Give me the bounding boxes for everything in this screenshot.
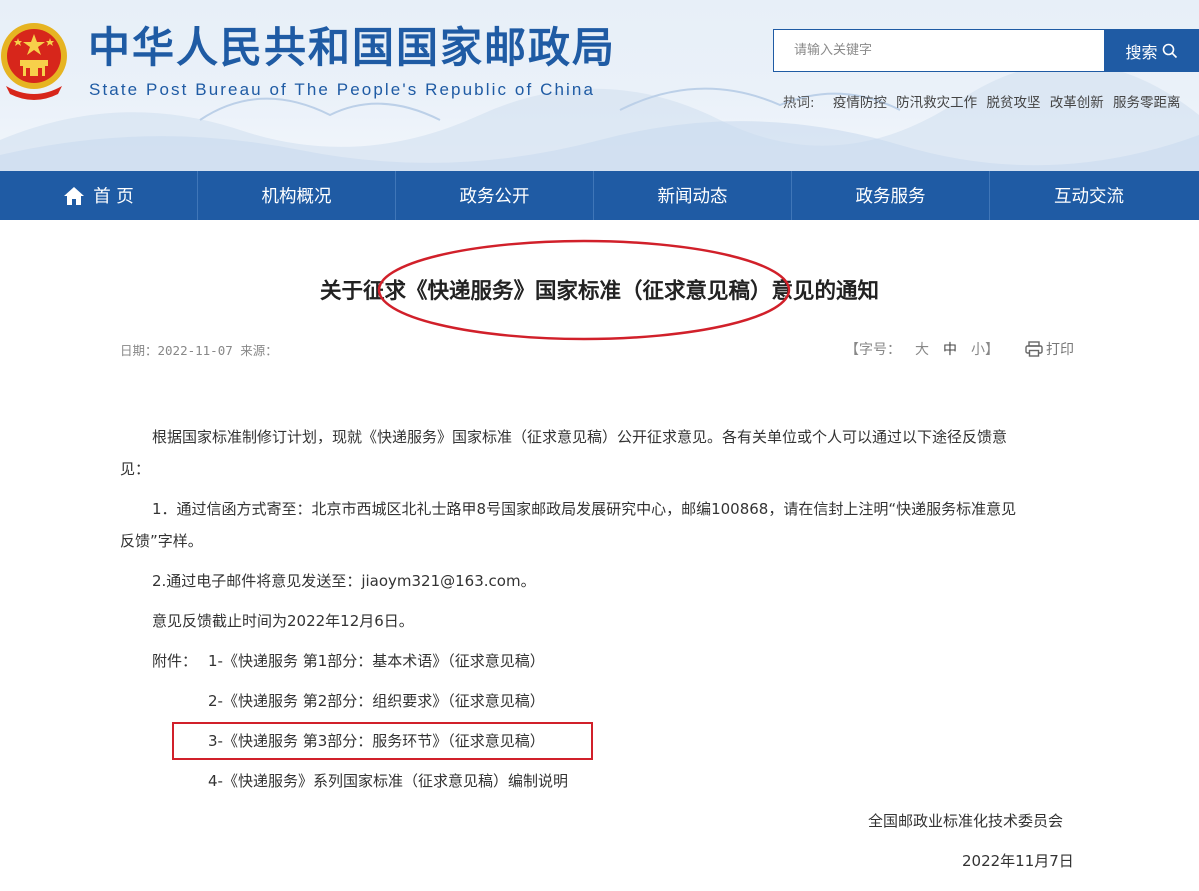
font-size-medium-button[interactable]: 中 [943, 339, 957, 359]
attachment-link[interactable]: 1-《快递服务 第1部分：基本术语》（征求意见稿） [208, 650, 545, 671]
paragraph-intro-line2: 见： [120, 460, 151, 478]
main-nav: 首 页 机构概况 政务公开 新闻动态 政务服务 互动交流 [0, 171, 1199, 220]
nav-item-interaction[interactable]: 互动交流 [990, 171, 1188, 220]
nav-item-home[interactable]: 首 页 [0, 171, 198, 220]
nav-item-label: 新闻动态 [657, 187, 728, 207]
nav-item-government-affairs[interactable]: 政务公开 [396, 171, 594, 220]
search-box [773, 29, 1105, 72]
hot-word-link[interactable]: 防汛救灾工作 [896, 95, 977, 111]
nav-item-label: 互动交流 [1054, 187, 1124, 207]
annotation-box [172, 722, 593, 760]
nav-item-services[interactable]: 政务服务 [792, 171, 990, 220]
paragraph-mail-line2: 反馈”字样。 [120, 532, 203, 550]
hot-word-link[interactable]: 服务零距离 [1113, 95, 1181, 111]
font-size-small-button[interactable]: 小】 [971, 339, 999, 359]
attachment-link[interactable]: 4-《快递服务》系列国家标准（征求意见稿）编制说明 [208, 770, 568, 791]
signature-date: 2022年11月7日 [962, 852, 1074, 870]
national-emblem-icon [1, 23, 67, 100]
nav-item-label: 政务服务 [855, 187, 926, 207]
search-button-label: 搜索 [1125, 42, 1158, 62]
nav-item-label: 机构概况 [261, 187, 332, 207]
article-meta: 日期：2022-11-07 来源： [120, 343, 278, 358]
printer-icon [1025, 341, 1043, 357]
search-icon [1162, 43, 1177, 58]
hot-word-link[interactable]: 疫情防控 [833, 95, 887, 111]
font-size-controls: 【字号： 大 中 小】 打印 [845, 339, 1074, 359]
home-icon [64, 186, 85, 205]
nav-item-label: 政务公开 [459, 187, 530, 207]
search-input[interactable] [774, 30, 1105, 71]
hot-word-link[interactable]: 改革创新 [1050, 95, 1104, 111]
print-button[interactable]: 打印 [1025, 339, 1074, 359]
hot-words: 热词: 疫情防控 防汛救灾工作 脱贫攻坚 改革创新 服务零距离 [783, 91, 1186, 111]
mountain-background [0, 63, 1199, 171]
paragraph-intro-line1: 根据国家标准制修订计划，现就《快递服务》国家标准（征求意见稿）公开征求意见。各有… [152, 428, 1008, 446]
paragraph-mail-line1: 1．通过信函方式寄至：北京市西城区北礼士路甲8号国家邮政局发展研究中心，邮编10… [152, 500, 1017, 518]
annotation-ellipse [377, 239, 791, 341]
paragraph-deadline: 意见反馈截止时间为2022年12月6日。 [152, 612, 414, 630]
hot-words-label: 热词: [783, 95, 815, 111]
site-subtitle: State Post Bureau of The People's Republ… [89, 80, 596, 99]
search-button[interactable]: 搜索 [1104, 29, 1199, 72]
nav-item-label: 首 页 [93, 187, 134, 207]
nav-item-organization[interactable]: 机构概况 [198, 171, 396, 220]
paragraph-email: 2.通过电子邮件将意见发送至：jiaoym321@163.com。 [152, 572, 536, 590]
site-header: 中华人民共和国国家邮政局 State Post Bureau of The Pe… [0, 0, 1199, 171]
print-label: 打印 [1046, 342, 1074, 358]
site-title: 中华人民共和国国家邮政局 [88, 23, 617, 72]
attachment-link[interactable]: 2-《快递服务 第2部分：组织要求》（征求意见稿） [208, 690, 545, 711]
attachments-label: 附件： [152, 652, 198, 670]
font-size-large-button[interactable]: 大 [915, 339, 929, 359]
signature: 全国邮政业标准化技术委员会 [868, 812, 1064, 830]
hot-word-link[interactable]: 脱贫攻坚 [986, 95, 1040, 111]
font-size-label: 【字号： [845, 342, 901, 358]
nav-item-news[interactable]: 新闻动态 [594, 171, 792, 220]
